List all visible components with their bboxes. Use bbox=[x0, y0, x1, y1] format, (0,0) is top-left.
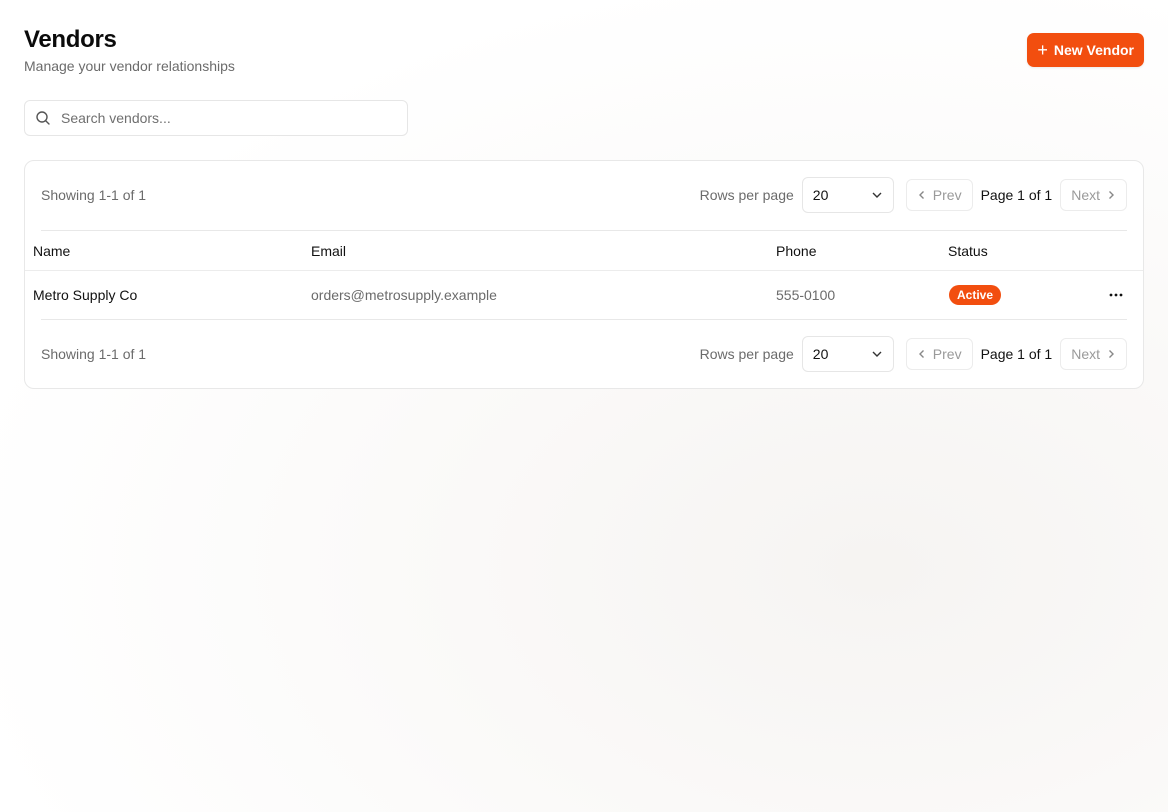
divider bbox=[41, 319, 1127, 320]
search-box[interactable] bbox=[24, 100, 408, 136]
table-row[interactable]: Metro Supply Co orders@metrosupply.examp… bbox=[25, 271, 1143, 319]
showing-count: Showing 1-1 of 1 bbox=[41, 187, 147, 203]
page-indicator: Page 1 of 1 bbox=[980, 346, 1053, 362]
table-header: Name Email Phone Status bbox=[25, 231, 1143, 271]
new-vendor-button-label: New Vendor bbox=[1053, 42, 1134, 58]
next-label: Next bbox=[1071, 346, 1100, 362]
plus-icon: + bbox=[1037, 39, 1048, 60]
chevron-down-icon bbox=[872, 192, 882, 198]
chevron-right-icon bbox=[1109, 191, 1114, 199]
search-input[interactable] bbox=[61, 110, 381, 126]
rows-per-page-value: 20 bbox=[812, 346, 829, 362]
vendor-name[interactable]: Metro Supply Co bbox=[33, 287, 137, 303]
prev-page-button[interactable]: Prev bbox=[905, 179, 973, 211]
showing-count: Showing 1-1 of 1 bbox=[41, 346, 147, 362]
column-header-phone: Phone bbox=[776, 243, 817, 259]
next-page-button[interactable]: Next bbox=[1060, 179, 1127, 211]
rows-per-page-select[interactable]: 20 bbox=[801, 336, 894, 372]
next-page-button[interactable]: Next bbox=[1060, 338, 1127, 370]
status-badge: Active bbox=[949, 285, 1002, 305]
column-header-name: Name bbox=[33, 243, 71, 259]
vendors-table-card: Showing 1-1 of 1 Rows per page 20 Prev P… bbox=[24, 160, 1144, 389]
vendor-phone: 555-0100 bbox=[776, 287, 836, 303]
pagination-bottom: Showing 1-1 of 1 Rows per page 20 Prev P… bbox=[25, 336, 1143, 372]
chevron-right-icon bbox=[1109, 350, 1114, 358]
chevron-down-icon bbox=[872, 351, 882, 357]
prev-page-button[interactable]: Prev bbox=[905, 338, 973, 370]
next-label: Next bbox=[1071, 187, 1100, 203]
rows-per-page-value: 20 bbox=[812, 187, 829, 203]
pagination-top: Showing 1-1 of 1 Rows per page 20 Prev P… bbox=[25, 177, 1143, 213]
vendors-page: Vendors Manage your vendor relationships… bbox=[24, 0, 1144, 389]
page-title: Vendors bbox=[24, 26, 117, 53]
rows-per-page-label: Rows per page bbox=[699, 187, 794, 203]
chevron-left-icon bbox=[918, 191, 924, 199]
page-header: Vendors Manage your vendor relationships… bbox=[24, 0, 1144, 100]
prev-label: Prev bbox=[932, 346, 962, 362]
more-horizontal-icon bbox=[1109, 293, 1123, 297]
row-actions-button[interactable] bbox=[1105, 285, 1127, 305]
vendor-email: orders@metrosupply.example bbox=[311, 287, 497, 303]
column-header-email: Email bbox=[311, 243, 347, 259]
chevron-left-icon bbox=[918, 350, 924, 358]
search-icon bbox=[36, 111, 50, 125]
column-header-status: Status bbox=[948, 243, 988, 259]
rows-per-page-label: Rows per page bbox=[699, 346, 794, 362]
new-vendor-button[interactable]: + New Vendor bbox=[1027, 33, 1144, 67]
page-indicator: Page 1 of 1 bbox=[980, 187, 1053, 203]
page-subtitle: Manage your vendor relationships bbox=[24, 58, 235, 74]
rows-per-page-select[interactable]: 20 bbox=[801, 177, 894, 213]
prev-label: Prev bbox=[932, 187, 962, 203]
